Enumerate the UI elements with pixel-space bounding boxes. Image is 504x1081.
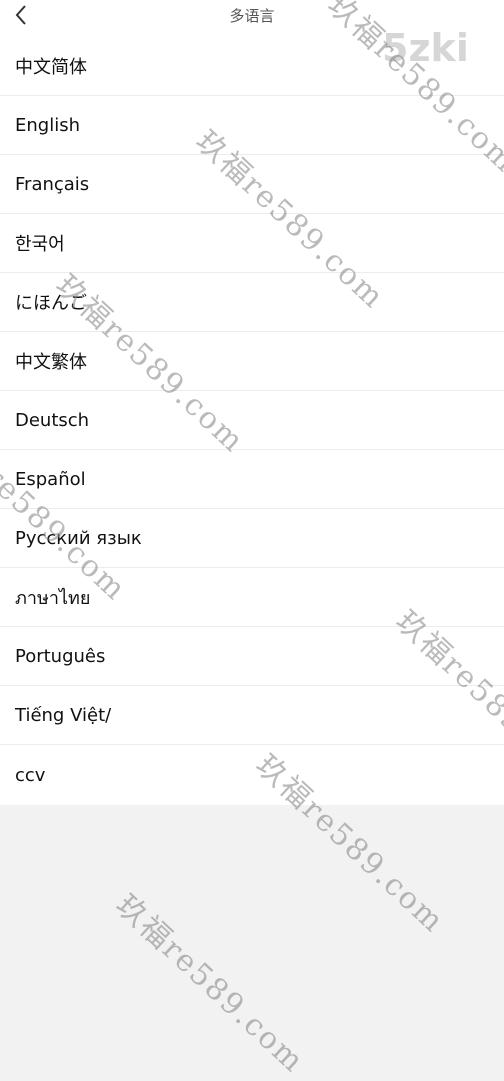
language-item-ru[interactable]: Русский язык bbox=[0, 509, 504, 568]
top-nav-bar: 多语言 bbox=[0, 0, 504, 37]
language-item-en[interactable]: English bbox=[0, 96, 504, 155]
language-item-fr[interactable]: Français bbox=[0, 155, 504, 214]
language-item-zh-hant[interactable]: 中文繁体 bbox=[0, 332, 504, 391]
language-list: 中文简体 English Français 한국어 にほんご 中文繁体 Deut… bbox=[0, 37, 504, 805]
watermark-text: 玖福re589.com bbox=[108, 887, 312, 1080]
language-item-de[interactable]: Deutsch bbox=[0, 391, 504, 450]
language-item-pt[interactable]: Português bbox=[0, 627, 504, 686]
language-settings-page: 多语言 中文简体 English Français 한국어 にほんご 中文繁体 … bbox=[0, 0, 504, 1080]
language-item-es[interactable]: Español bbox=[0, 450, 504, 509]
language-item-th[interactable]: ภาษาไทย bbox=[0, 568, 504, 627]
language-item-ja[interactable]: にほんご bbox=[0, 273, 504, 332]
page-title: 多语言 bbox=[229, 7, 275, 25]
language-item-zh-hans[interactable]: 中文简体 bbox=[0, 37, 504, 96]
language-item-ccv[interactable]: ccv bbox=[0, 745, 504, 805]
language-item-ko[interactable]: 한국어 bbox=[0, 214, 504, 273]
language-item-vi[interactable]: Tiếng Việt/ bbox=[0, 686, 504, 745]
